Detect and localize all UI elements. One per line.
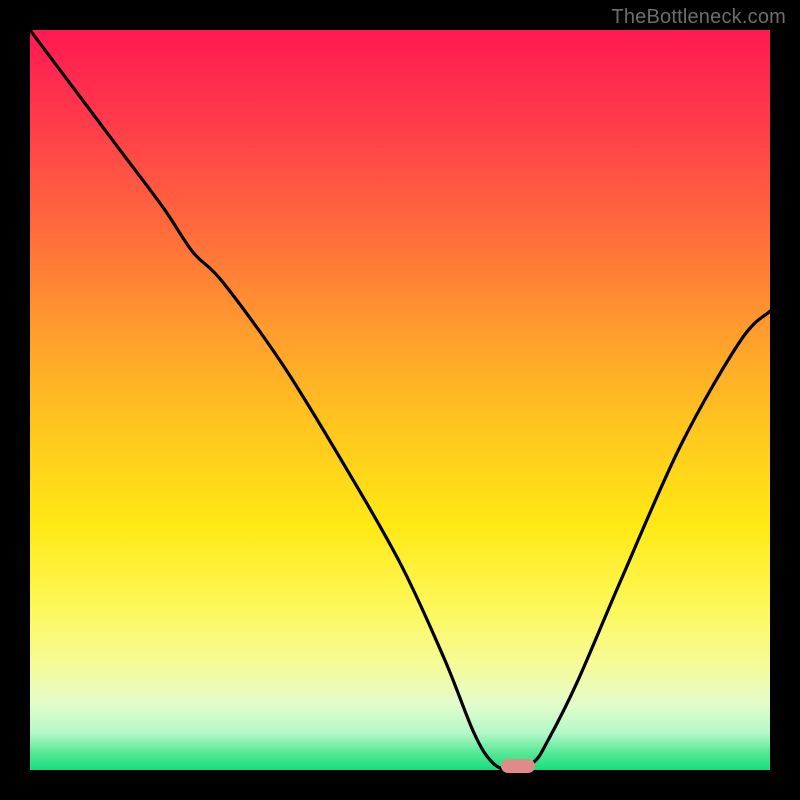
- bottleneck-curve: [30, 30, 770, 770]
- watermark-text: TheBottleneck.com: [611, 6, 786, 29]
- optimal-marker: [501, 759, 535, 773]
- chart-frame: TheBottleneck.com: [0, 0, 800, 800]
- plot-area: [30, 30, 770, 770]
